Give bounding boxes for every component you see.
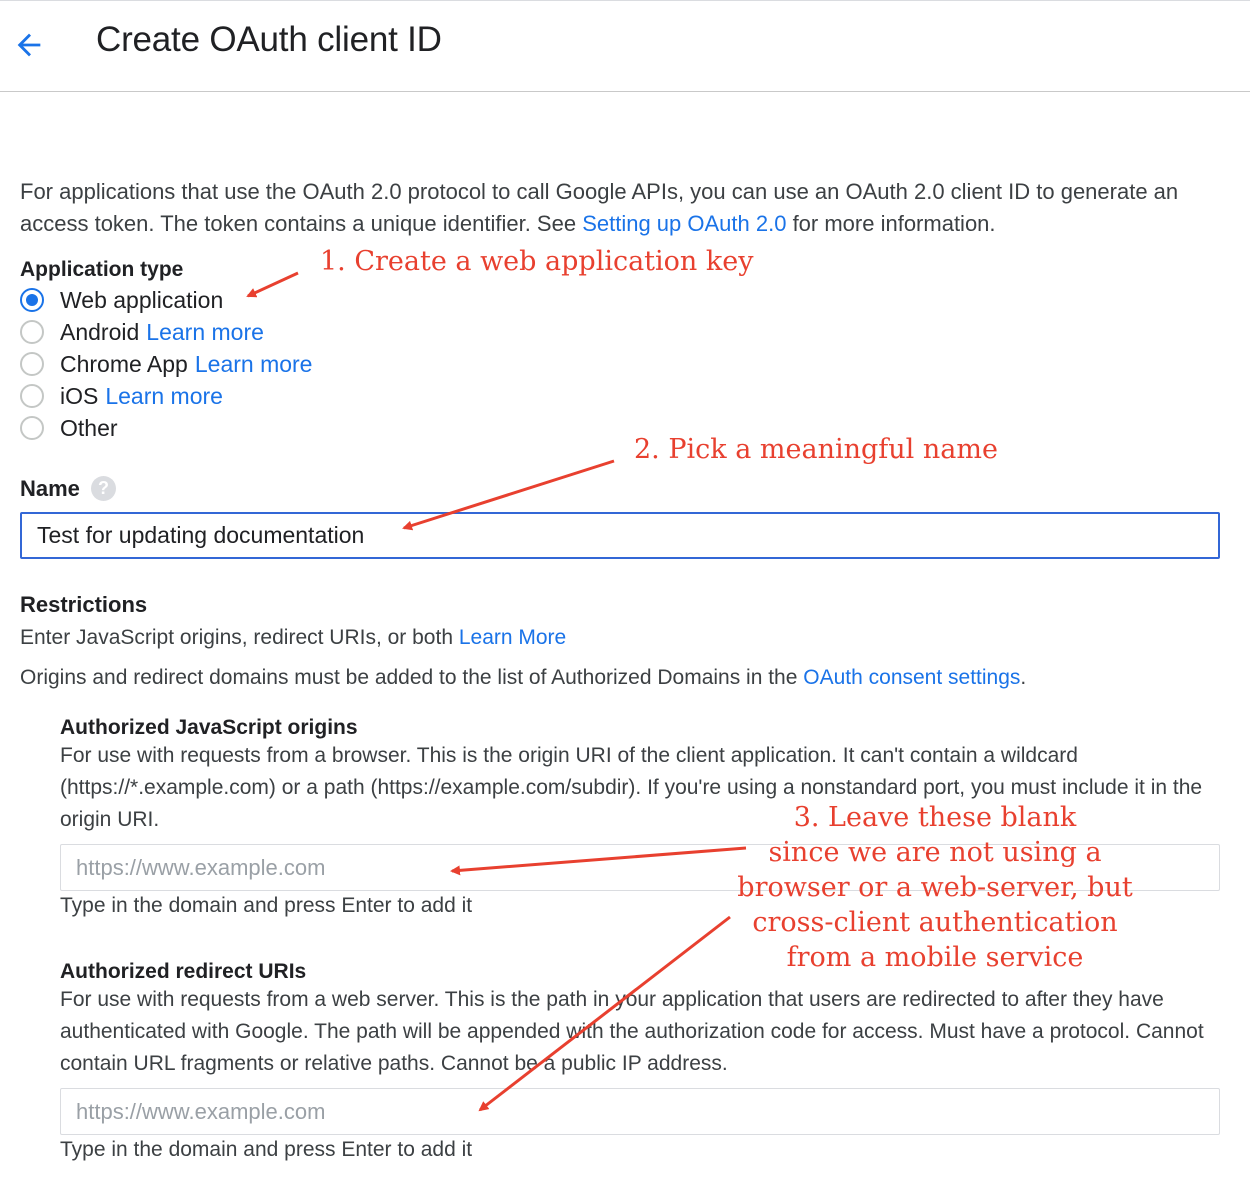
oauth-consent-settings-link[interactable]: OAuth consent settings [803, 666, 1020, 689]
restrictions-title: Restrictions [20, 592, 148, 617]
intro-text: For applications that use the OAuth 2.0 … [20, 176, 1230, 240]
help-icon[interactable]: ? [91, 476, 116, 501]
arrow-back-icon[interactable] [12, 28, 46, 62]
radio-button-selected[interactable] [20, 288, 44, 312]
radio-label: Other [60, 414, 118, 441]
radio-option-web-application[interactable]: Web application [20, 284, 230, 316]
js-origins-hint: Type in the domain and press Enter to ad… [60, 894, 473, 917]
radio-option-ios[interactable]: iOS Learn more [20, 380, 223, 412]
radio-label: Android [60, 318, 140, 345]
radio-label: Chrome App [60, 350, 188, 377]
redirect-uris-hint: Type in the domain and press Enter to ad… [60, 1138, 473, 1161]
annotation-3-line: 3. Leave these blank [793, 802, 1077, 833]
learn-more-link-ios[interactable]: Learn more [105, 383, 223, 410]
annotation-3-line: from a mobile service [786, 942, 1084, 973]
radio-button[interactable] [20, 320, 44, 344]
setting-up-oauth-link[interactable]: Setting up OAuth 2.0 [582, 211, 786, 236]
application-type-label: Application type [20, 258, 184, 281]
restrictions-line-1-text: Enter JavaScript origins, redirect URIs,… [20, 626, 459, 649]
restrictions-line-2: Origins and redirect domains must be add… [20, 662, 1026, 694]
restrictions-line-2-text: Origins and redirect domains must be add… [20, 666, 804, 689]
redirect-uris-input[interactable] [60, 1088, 1220, 1135]
restrictions-line-2-end: . [1020, 666, 1027, 689]
annotation-3: 3. Leave these blank since we are not us… [700, 800, 1170, 975]
radio-button[interactable] [20, 416, 44, 440]
learn-more-link-restrictions[interactable]: Learn More [459, 626, 566, 649]
learn-more-link-android[interactable]: Learn more [146, 319, 264, 346]
js-origins-title: Authorized JavaScript origins [60, 716, 358, 739]
restrictions-line-1: Enter JavaScript origins, redirect URIs,… [20, 622, 566, 654]
radio-button[interactable] [20, 352, 44, 376]
radio-option-android[interactable]: Android Learn more [20, 316, 264, 348]
intro-text-after: for more information. [786, 211, 996, 236]
redirect-uris-title: Authorized redirect URIs [60, 960, 307, 983]
radio-label: iOS [60, 382, 99, 409]
annotation-1: 1. Create a web application key [320, 246, 754, 277]
redirect-uris-description: For use with requests from a web server.… [60, 988, 1204, 1075]
name-input[interactable] [20, 512, 1220, 559]
annotation-2: 2. Pick a meaningful name [634, 434, 998, 465]
annotation-3-line: browser or a web-server, but [737, 872, 1133, 903]
annotation-3-line: since we are not using a [768, 837, 1102, 868]
name-label: Name [20, 476, 80, 501]
page-title: Create OAuth client ID [96, 20, 442, 59]
annotation-3-line: cross-client authentication [752, 907, 1118, 938]
radio-label: Web application [60, 286, 224, 313]
radio-option-other[interactable]: Other [20, 412, 125, 444]
radio-option-chrome-app[interactable]: Chrome App Learn more [20, 348, 312, 380]
annotation-arrow-1 [246, 271, 299, 298]
radio-button[interactable] [20, 384, 44, 408]
learn-more-link-chrome-app[interactable]: Learn more [195, 351, 313, 378]
